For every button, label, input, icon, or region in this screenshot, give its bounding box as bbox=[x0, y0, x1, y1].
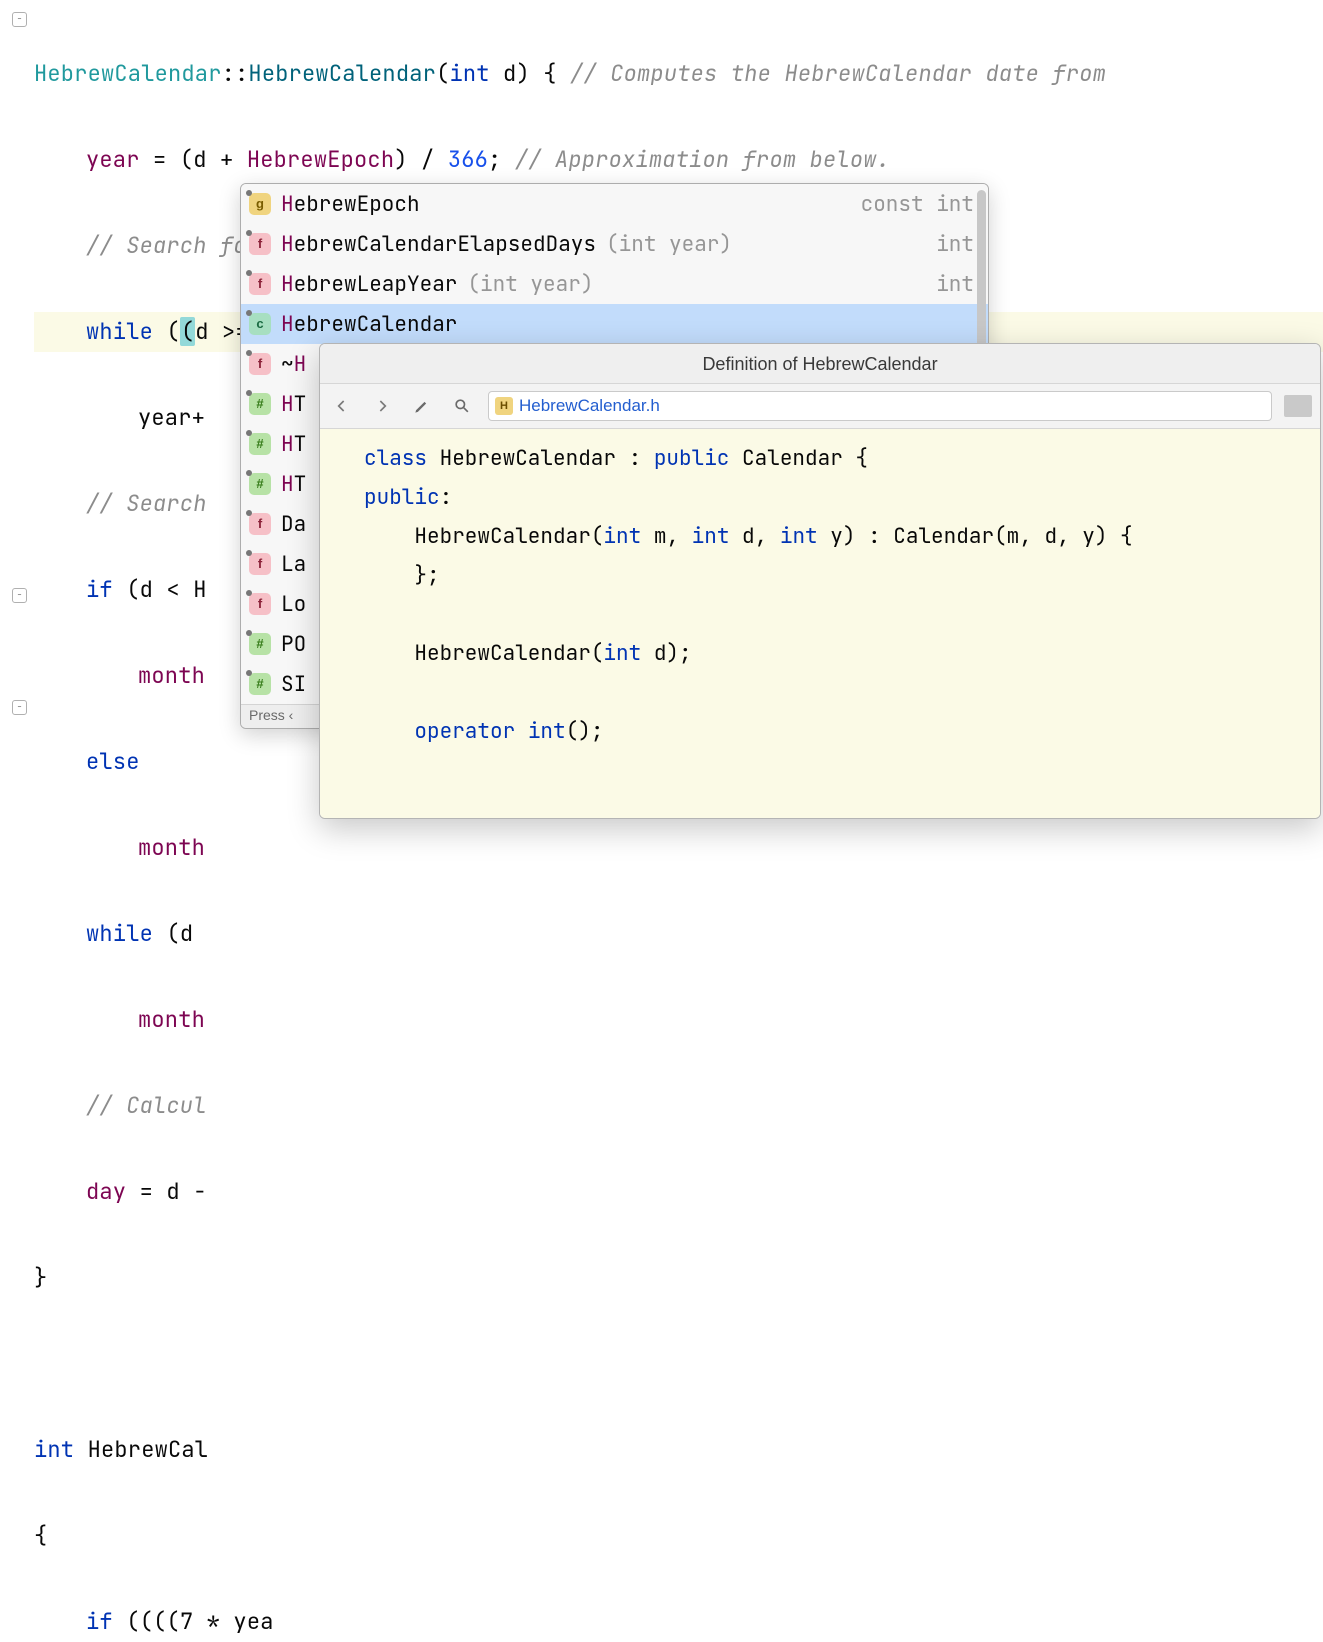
definition-toolbar: H HebrewCalendar.h bbox=[320, 384, 1320, 429]
edit-button[interactable] bbox=[408, 392, 436, 420]
completion-kind-icon: c bbox=[249, 313, 271, 335]
comment: // Computes the HebrewCalendar date from bbox=[570, 59, 1106, 88]
nav-forward-button[interactable] bbox=[368, 392, 396, 420]
comment: // Calcul bbox=[86, 1091, 207, 1120]
fold-handle-icon[interactable]: − bbox=[12, 588, 27, 603]
editor-gutter: − − − bbox=[0, 0, 30, 1642]
completion-kind-icon: # bbox=[249, 473, 271, 495]
scrollbar-thumb[interactable] bbox=[977, 190, 986, 360]
completion-kind-icon: f bbox=[249, 553, 271, 575]
completion-kind-icon: g bbox=[249, 193, 271, 215]
completion-label: HebrewCalendar bbox=[281, 311, 457, 338]
completion-return-type: const int bbox=[861, 191, 974, 218]
completion-label: Lo bbox=[281, 591, 306, 618]
completion-label: HT bbox=[281, 431, 306, 458]
definition-file-name: HebrewCalendar.h bbox=[519, 396, 660, 416]
comment: // Search bbox=[86, 489, 207, 518]
definition-popup[interactable]: Definition of HebrewCalendar H HebrewCal… bbox=[319, 343, 1321, 819]
completion-item[interactable]: f HebrewCalendarElapsedDays (int year) int bbox=[241, 224, 988, 264]
completion-item[interactable]: g HebrewEpoch const int bbox=[241, 184, 988, 224]
completion-params: (int year) bbox=[606, 231, 732, 258]
completion-label: PO bbox=[281, 631, 306, 658]
completion-label: ~H bbox=[281, 351, 306, 378]
completion-label: HebrewEpoch bbox=[281, 191, 420, 218]
fold-handle-icon[interactable]: − bbox=[12, 700, 27, 715]
search-code-icon bbox=[452, 396, 472, 416]
completion-params: (int year) bbox=[467, 271, 593, 298]
arrow-left-icon bbox=[332, 396, 352, 416]
completion-item[interactable]: c HebrewCalendar bbox=[241, 304, 988, 344]
completion-kind-icon: # bbox=[249, 433, 271, 455]
definition-title: Definition of HebrewCalendar bbox=[320, 344, 1320, 384]
completion-return-type: int bbox=[936, 231, 974, 258]
completion-label: Da bbox=[281, 511, 306, 538]
completion-label: La bbox=[281, 551, 306, 578]
completion-kind-icon: # bbox=[249, 393, 271, 415]
nav-back-button[interactable] bbox=[328, 392, 356, 420]
completion-kind-icon: # bbox=[249, 673, 271, 695]
class-name: HebrewCalendar bbox=[34, 59, 222, 88]
completion-label: SI bbox=[281, 671, 306, 698]
completion-kind-icon: f bbox=[249, 353, 271, 375]
completion-item[interactable]: f HebrewLeapYear (int year) int bbox=[241, 264, 988, 304]
definition-file-field[interactable]: H HebrewCalendar.h bbox=[488, 391, 1272, 421]
header-file-icon: H bbox=[495, 397, 513, 415]
completion-kind-icon: f bbox=[249, 593, 271, 615]
completion-kind-icon: f bbox=[249, 273, 271, 295]
completion-label: HebrewLeapYear bbox=[281, 271, 457, 298]
completion-label: HT bbox=[281, 391, 306, 418]
completion-label: HT bbox=[281, 471, 306, 498]
completion-kind-icon: f bbox=[249, 513, 271, 535]
fold-handle-icon[interactable]: − bbox=[12, 12, 27, 27]
completion-label: HebrewCalendarElapsedDays bbox=[281, 231, 596, 258]
matching-bracket: ( bbox=[180, 317, 195, 346]
comment: // Approximation from below. bbox=[515, 145, 890, 174]
completion-return-type: int bbox=[936, 271, 974, 298]
show-usages-button[interactable] bbox=[448, 392, 476, 420]
definition-code-view[interactable]: class HebrewCalendar : public Calendar {… bbox=[320, 429, 1320, 818]
open-folder-icon[interactable] bbox=[1284, 395, 1312, 417]
completion-kind-icon: # bbox=[249, 633, 271, 655]
pencil-icon bbox=[412, 396, 432, 416]
completion-kind-icon: f bbox=[249, 233, 271, 255]
arrow-right-icon bbox=[372, 396, 392, 416]
